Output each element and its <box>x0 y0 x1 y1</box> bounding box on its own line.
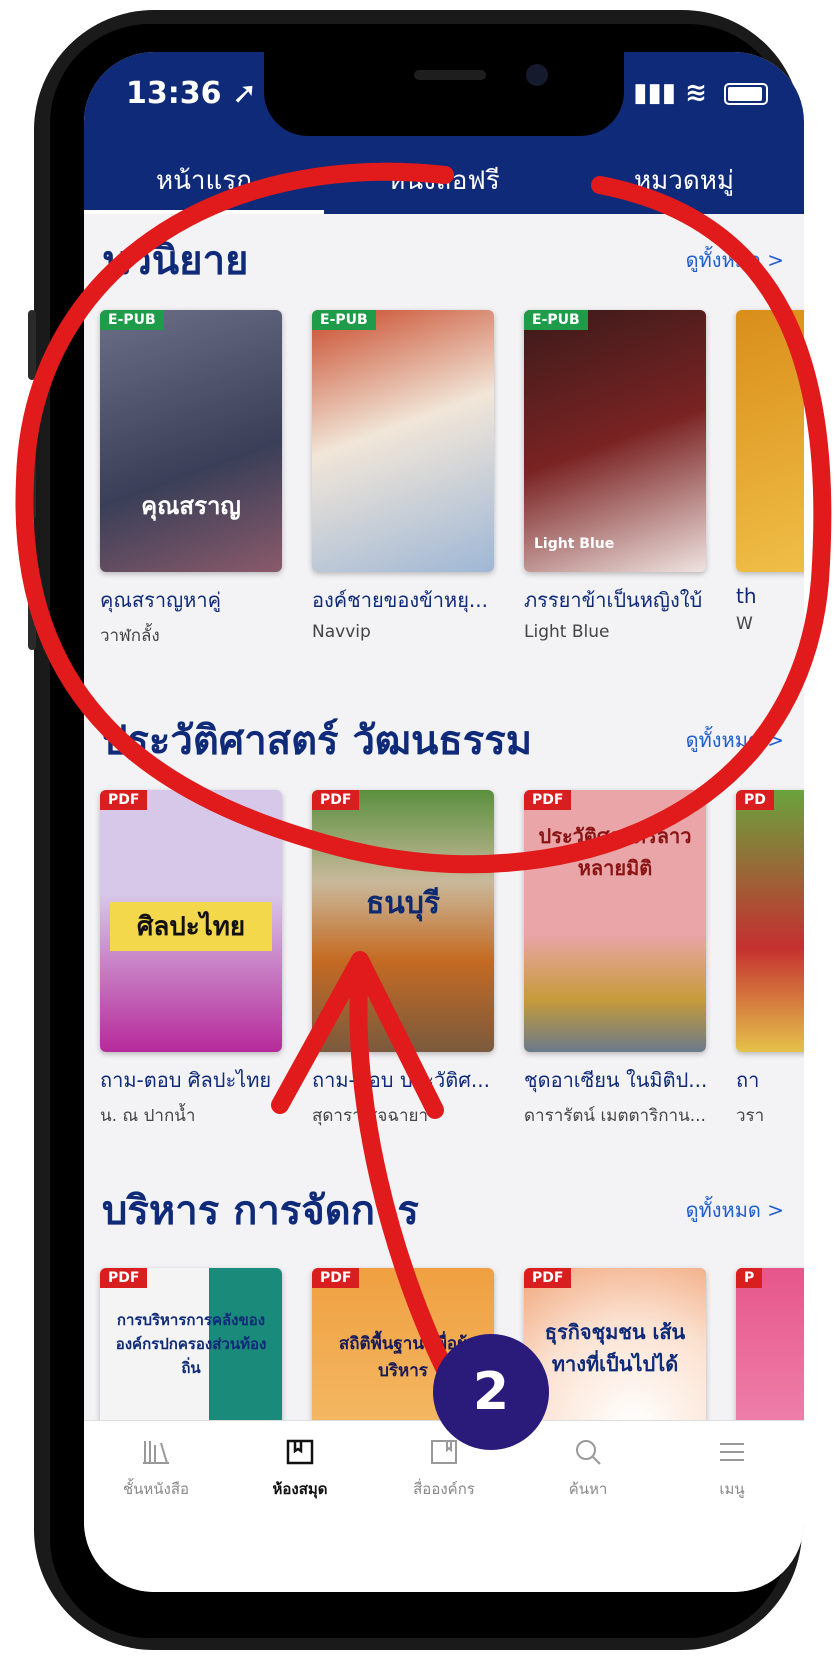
book-title: ภรรยาข้าเป็นหญิงใบ้ <box>524 588 703 612</box>
book-title: องค์ชายของข้าหยุ... <box>312 588 489 612</box>
cover-title: ธุรกิจชุมชน เส้นทางที่เป็นไปได้ <box>544 1320 686 1376</box>
cover-title: ศิลปะไทย <box>110 902 272 951</box>
signal-icon: ▮▮▮ <box>633 78 677 108</box>
see-all-link[interactable]: ดูทั้งหมด > <box>686 1194 784 1226</box>
book-cover: PDF ธนบุรี <box>312 790 494 1052</box>
section-title: นวนิยาย <box>102 238 249 284</box>
search-icon <box>576 1440 601 1465</box>
volume-down-button <box>28 410 36 520</box>
book-cover: E-PUB คุณสราญ <box>100 310 282 572</box>
format-badge: PD <box>736 790 774 810</box>
nav-label: ชั้นหนังสือ <box>122 1480 190 1498</box>
format-badge: PDF <box>312 790 360 810</box>
book-author: สุดารา สุจฉายา <box>312 1106 429 1126</box>
battery-icon <box>724 82 768 105</box>
top-header: 13:36 ➚ ▮▮▮ ≋ หน้าแรก หนังสือฟรี หมวดหมู… <box>84 52 804 214</box>
format-badge: E-PUB <box>524 310 588 330</box>
see-all-link[interactable]: ดูทั้งหมด > <box>686 724 784 756</box>
nav-search[interactable]: ค้นหา <box>516 1421 660 1592</box>
format-badge: PDF <box>524 1268 572 1288</box>
cover-title: Light Blue <box>534 536 615 552</box>
cover-title: ประวัติศาสตร์ลาว หลายมิติ <box>538 824 692 880</box>
top-tabs: หน้าแรก หนังสือฟรี หมวดหมู่ <box>84 146 804 214</box>
front-camera <box>526 64 548 86</box>
book-author: ดารารัตน์ เมตตาริกาน... <box>524 1106 706 1126</box>
book-title: ถา <box>736 1068 760 1092</box>
book-cover: E-PUB Light Blue <box>524 310 706 572</box>
nav-library[interactable]: ห้องสมุด <box>228 1421 372 1592</box>
tab-categories[interactable]: หมวดหมู่ <box>564 146 804 214</box>
tab-free-books[interactable]: หนังสือฟรี <box>324 146 564 214</box>
format-badge: PDF <box>312 1268 360 1288</box>
book-title: ชุดอาเซียน ในมิติป... <box>524 1068 706 1092</box>
book-cover: E-PUB <box>312 310 494 572</box>
tab-home[interactable]: หน้าแรก <box>84 146 324 214</box>
format-badge: PDF <box>524 790 572 810</box>
book-title: คุณสราญหาคู่ <box>100 588 221 612</box>
notch <box>264 52 624 136</box>
wifi-icon: ≋ <box>685 78 707 108</box>
status-time: 13:36 ➚ <box>126 76 258 111</box>
shelf-icon <box>143 1441 169 1464</box>
book-title: ถาม-ตอบ ประวัติศ... <box>312 1068 490 1092</box>
format-badge: PDF <box>100 1268 148 1288</box>
format-badge: PDF <box>100 790 148 810</box>
book-author: W <box>736 614 753 634</box>
status-indicators: ▮▮▮ ≋ <box>633 78 768 108</box>
cover-title: ธนบุรี <box>366 886 440 921</box>
book-card[interactable]: th W <box>736 310 804 649</box>
section-title: บริหาร การจัดการ <box>102 1188 419 1234</box>
format-badge: E-PUB <box>100 310 164 330</box>
speaker-grill <box>414 70 486 80</box>
nav-label: ค้นหา <box>568 1480 608 1498</box>
book-author: วาฬกลั้ง <box>100 626 160 646</box>
book-cover: PDF ประวัติศาสตร์ลาว หลายมิติ <box>524 790 706 1052</box>
nav-bookshelf[interactable]: ชั้นหนังสือ <box>84 1421 228 1592</box>
library-icon <box>286 1439 314 1465</box>
book-card[interactable]: E-PUB คุณสราญ คุณสราญหาคู่ วาฬกลั้ง <box>100 310 282 649</box>
cover-title: การบริหารการคลังขององค์กรปกครองส่วนท้องถ… <box>115 1311 267 1377</box>
book-title: ถาม-ตอบ ศิลปะไทย <box>100 1068 272 1092</box>
bottom-nav: ชั้นหนังสือ ห้องสมุด สื่อองค์กร ค้นหา เม… <box>84 1420 804 1592</box>
nav-label: ห้องสมุด <box>272 1480 328 1498</box>
book-cover: PDF ศิลปะไทย <box>100 790 282 1052</box>
book-card[interactable]: PD ถา วรา <box>736 790 804 1129</box>
book-card[interactable]: PDF ศิลปะไทย ถาม-ตอบ ศิลปะไทย น. ณ ปากน้… <box>100 790 282 1129</box>
menu-icon <box>720 1443 744 1461</box>
see-all-link[interactable]: ดูทั้งหมด > <box>686 244 784 276</box>
book-author: Light Blue <box>524 622 610 642</box>
format-badge: E-PUB <box>312 310 376 330</box>
book-card[interactable]: E-PUB Light Blue ภรรยาข้าเป็นหญิงใบ้ Lig… <box>524 310 706 649</box>
book-author: น. ณ ปากน้ำ <box>100 1106 196 1126</box>
silent-switch <box>28 540 36 650</box>
nav-label: เมนู <box>719 1480 745 1498</box>
nav-menu[interactable]: เมนู <box>660 1421 804 1592</box>
nav-label: สื่อองค์กร <box>413 1480 475 1498</box>
volume-up-button <box>28 310 36 380</box>
book-card[interactable]: E-PUB องค์ชายของข้าหยุ... Navvip <box>312 310 494 649</box>
book-card[interactable]: PDF ประวัติศาสตร์ลาว หลายมิติ ชุดอาเซียน… <box>524 790 706 1129</box>
book-cover <box>736 310 804 572</box>
book-author: Navvip <box>312 622 371 642</box>
book-title: th <box>736 584 757 608</box>
book-author: วรา <box>736 1106 765 1126</box>
step-number-badge: 2 <box>433 1334 549 1450</box>
cover-title: คุณสราญ <box>141 492 241 520</box>
format-badge: P <box>736 1268 763 1288</box>
section-title: ประวัติศาสตร์ วัฒนธรรม <box>102 718 533 764</box>
book-cover: PD <box>736 790 804 1052</box>
book-card[interactable]: PDF ธนบุรี ถาม-ตอบ ประวัติศ... สุดารา สุ… <box>312 790 494 1129</box>
org-media-icon <box>431 1440 457 1464</box>
